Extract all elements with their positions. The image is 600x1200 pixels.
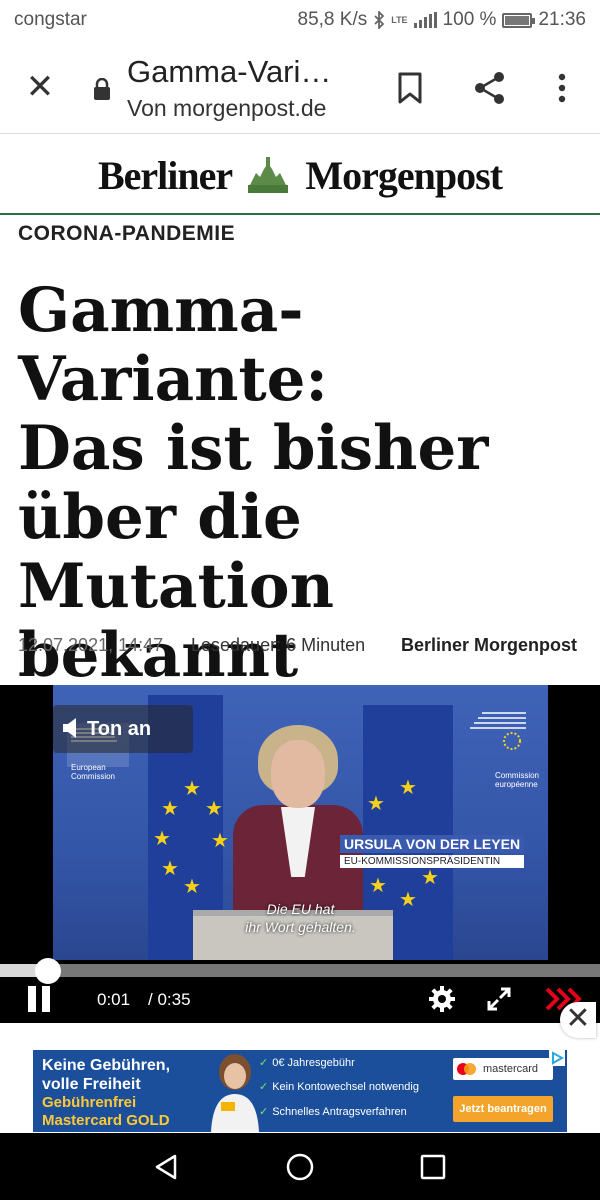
site-header: Berliner Morgenpost xyxy=(0,135,600,215)
pause-button[interactable] xyxy=(28,986,50,1012)
settings-gear-icon[interactable] xyxy=(428,985,456,1013)
ad-close-button[interactable]: ✕ xyxy=(560,1002,596,1038)
status-right: 85,8 K/s LTE 100 % 21:36 xyxy=(298,9,586,31)
speaker-name: URSULA VON DER LEYEN xyxy=(340,835,525,853)
article-headline: Gamma-Variante: Das ist bisher über die … xyxy=(18,275,489,691)
svg-text:★: ★ xyxy=(421,865,439,889)
flag-stars-icon: ★★ ★ ★ ★★★ xyxy=(153,776,229,895)
recents-icon[interactable] xyxy=(417,1151,449,1183)
home-icon[interactable] xyxy=(284,1151,316,1183)
status-bar: congstar 85,8 K/s LTE 100 % 21:36 xyxy=(0,0,600,40)
video-subtitle: Die EU hat ihr Wort gehalten. xyxy=(245,901,356,935)
quadriga-icon xyxy=(248,157,289,193)
commission-logo-right xyxy=(470,712,526,750)
article-date: 12.07.2021, 14:47 xyxy=(18,635,164,655)
svg-text:★: ★ xyxy=(161,796,179,820)
adchoices-icon[interactable] xyxy=(549,1050,565,1066)
carrier-name: congstar xyxy=(14,9,87,30)
back-icon[interactable] xyxy=(151,1151,183,1183)
network-speed: 85,8 K/s xyxy=(297,9,368,30)
battery-percent: 100 % xyxy=(442,9,497,30)
browser-toolbar: ✕ Gamma-Vari… Von morgenpost.de xyxy=(0,40,600,134)
mastercard-logo: mastercard xyxy=(453,1058,553,1080)
svg-text:★: ★ xyxy=(399,780,417,799)
commission-label-left: European Commission xyxy=(71,763,116,781)
commission-label-right: Commission européenne xyxy=(495,771,540,789)
reading-time: Lesedauer: 6 Minuten xyxy=(191,635,366,655)
ad-headline: Keine Gebühren, volle Freiheit xyxy=(42,1057,171,1093)
video-player[interactable]: ★★★ ★★★★ ★★★ ★★★ European Commission Com… xyxy=(0,685,600,1023)
fullscreen-icon[interactable] xyxy=(485,985,513,1013)
battery-icon xyxy=(502,12,536,28)
svg-text:★: ★ xyxy=(205,796,223,820)
video-scrubber-handle[interactable] xyxy=(35,958,61,984)
system-nav-bar xyxy=(0,1133,600,1200)
speaker-icon xyxy=(63,718,76,738)
clock: 21:36 xyxy=(538,9,586,30)
ad-feature: ✓ 0€ Jahresgebühr xyxy=(259,1057,355,1069)
page-title[interactable]: Gamma-Vari… xyxy=(127,54,331,90)
ad-feature: ✓ Kein Kontowechsel notwendig xyxy=(259,1081,419,1093)
svg-text:★: ★ xyxy=(153,826,171,850)
page-source[interactable]: Von morgenpost.de xyxy=(127,95,326,122)
ad-banner[interactable]: Keine Gebühren, volle Freiheit Gebührenf… xyxy=(33,1050,567,1132)
bookmark-icon[interactable] xyxy=(390,68,430,108)
article-source: Berliner Morgenpost xyxy=(401,635,578,655)
site-logo[interactable]: Berliner Morgenpost xyxy=(0,152,600,199)
article-meta: 12.07.2021, 14:47 Lesedauer: 6 Minuten B… xyxy=(18,635,577,656)
more-vert-icon[interactable] xyxy=(542,68,582,108)
unmute-button[interactable]: Ton an xyxy=(53,705,193,753)
name-caption: URSULA VON DER LEYEN EU-KOMMISSIONSPRÄSI… xyxy=(340,835,525,868)
speaker-role: EU-KOMMISSIONSPRÄSIDENTIN xyxy=(340,855,525,868)
svg-text:★: ★ xyxy=(161,856,179,880)
bluetooth-icon xyxy=(374,11,385,29)
speaker-face xyxy=(271,740,325,808)
svg-text:★: ★ xyxy=(369,873,387,897)
video-current-time: 0:01 xyxy=(97,990,131,1009)
svg-text:★: ★ xyxy=(183,874,201,895)
ad-feature: ✓ Schnelles Antragsverfahren xyxy=(259,1106,407,1118)
svg-text:★: ★ xyxy=(367,791,385,815)
signal-icon xyxy=(413,12,437,28)
close-icon[interactable]: ✕ xyxy=(22,70,58,106)
article-kicker: CORONA-PANDEMIE xyxy=(18,222,236,245)
svg-text:★: ★ xyxy=(183,776,201,800)
ad-subheadline: Gebührenfrei Mastercard GOLD xyxy=(42,1094,170,1129)
share-icon[interactable] xyxy=(470,68,510,108)
video-progress-bar[interactable] xyxy=(0,958,600,984)
video-duration: / 0:35 xyxy=(148,990,191,1009)
lte-label: LTE xyxy=(391,14,408,25)
ad-cta-button[interactable]: Jetzt beantragen xyxy=(453,1096,553,1122)
lock-icon xyxy=(94,78,110,100)
svg-text:★: ★ xyxy=(211,828,229,852)
